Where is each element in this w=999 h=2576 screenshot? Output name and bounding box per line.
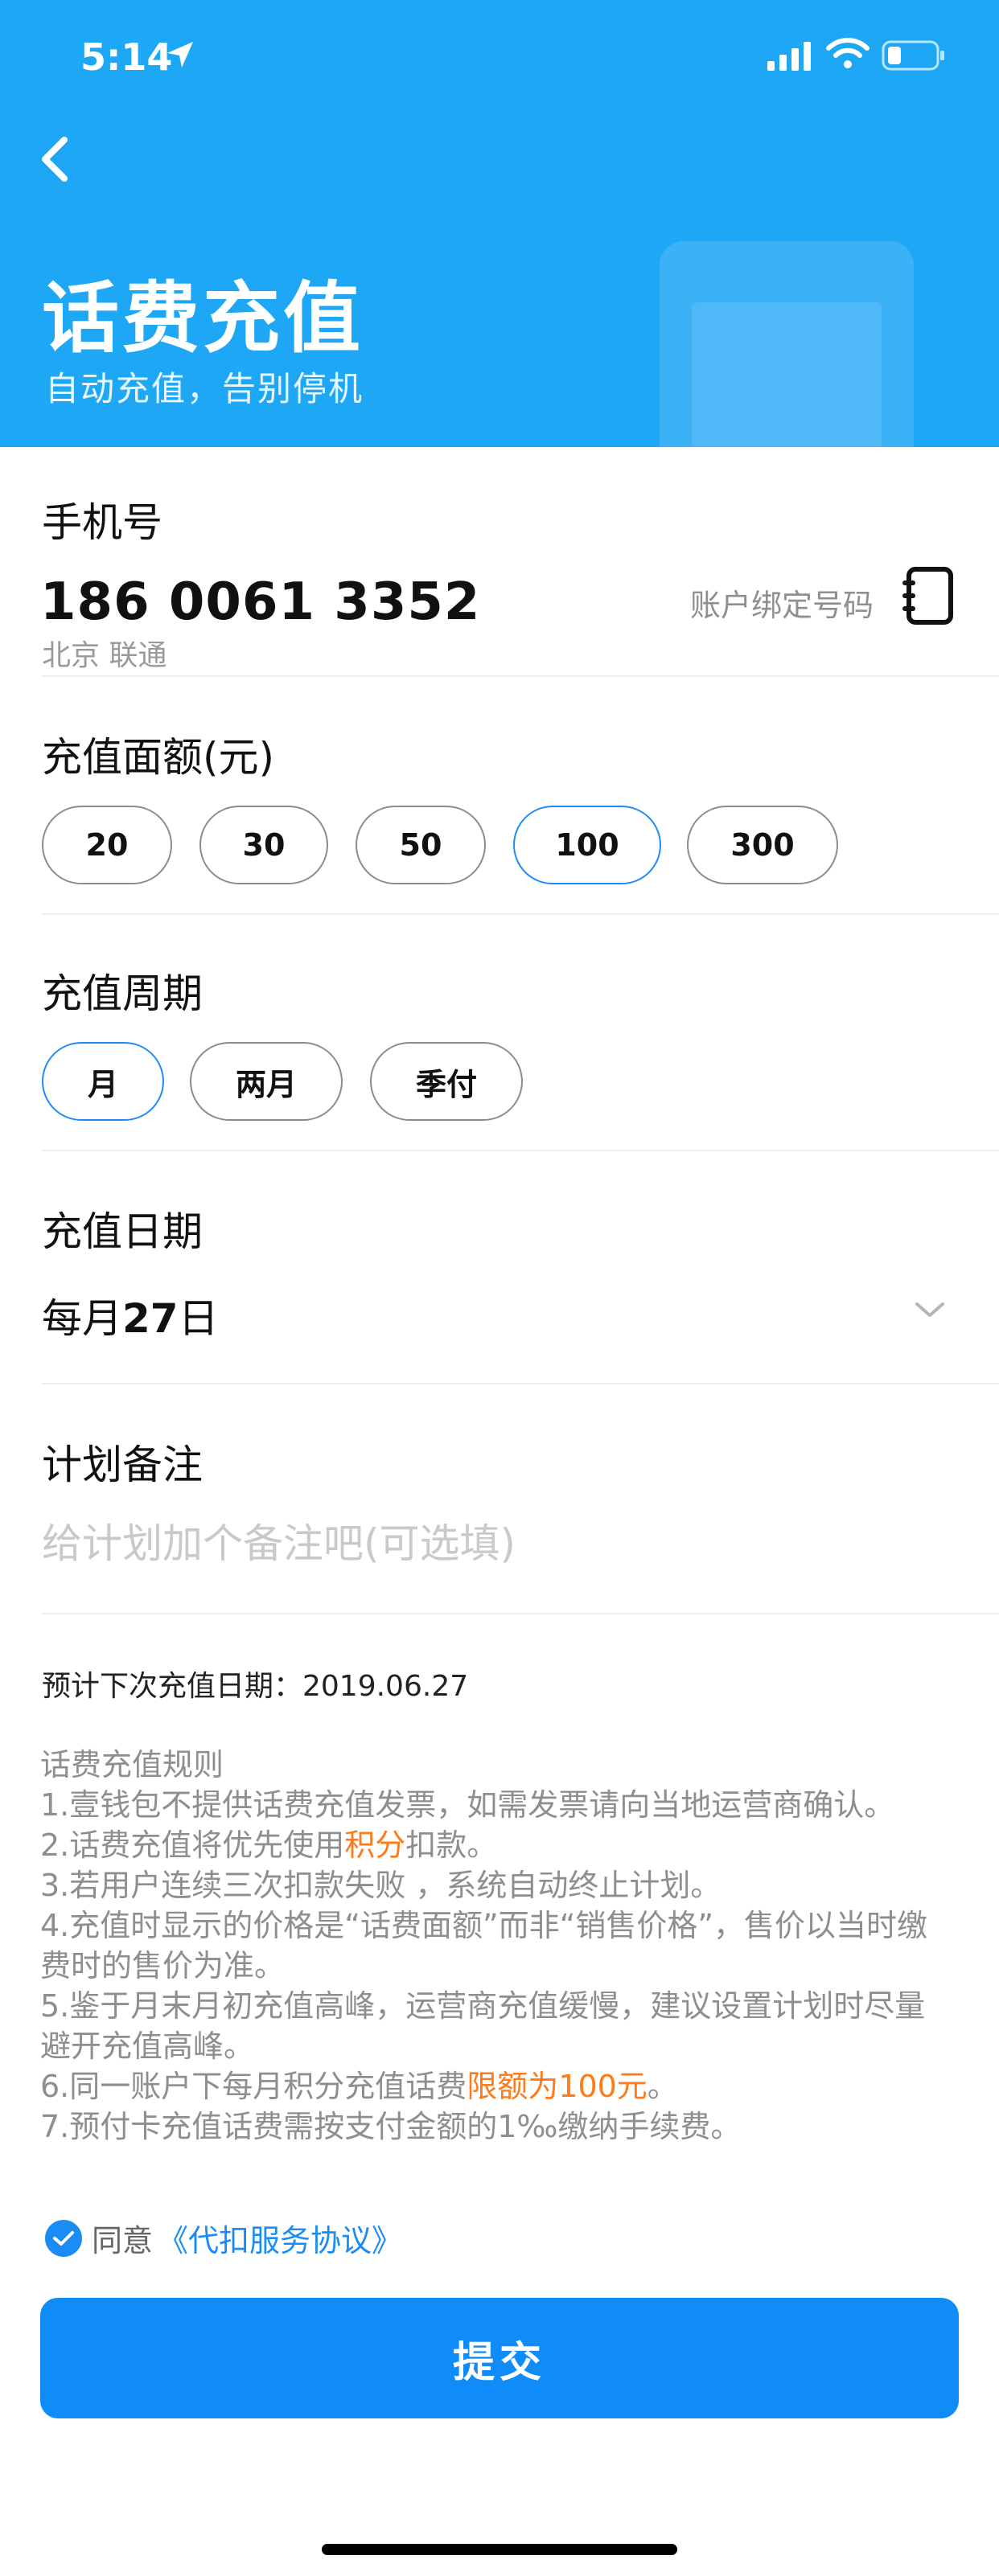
divider	[42, 1150, 999, 1151]
back-icon[interactable]	[32, 129, 77, 190]
amount-option-20[interactable]: 20	[42, 806, 172, 884]
contact-book-icon[interactable]	[901, 566, 956, 626]
rule-item: 避开充值高峰。	[40, 2028, 255, 2064]
divider	[42, 1613, 999, 1614]
phone-label: 手机号	[42, 499, 162, 546]
amount-option-100[interactable]: 100	[513, 806, 661, 884]
amount-option-300[interactable]: 300	[687, 806, 838, 884]
home-indicator[interactable]	[322, 2544, 677, 2555]
checkmark-icon	[53, 2230, 74, 2246]
rule-highlight: 限额为100元	[467, 2069, 648, 2104]
agreement-row: 同意 《代扣服务协议》	[45, 2216, 402, 2260]
date-prefix: 每月	[42, 1295, 122, 1342]
date-label: 充值日期	[42, 1208, 203, 1255]
chevron-down-icon[interactable]	[912, 1298, 948, 1320]
divider	[42, 1383, 999, 1384]
rule-text: 2.话费充值将优先使用	[40, 1827, 345, 1863]
rule-item: 费时的售价为准。	[40, 1948, 286, 1983]
date-suffix: 日	[178, 1295, 219, 1342]
rule-text: 。	[647, 2069, 678, 2104]
period-option-month[interactable]: 月	[42, 1042, 164, 1121]
cellular-signal-icon	[767, 42, 811, 71]
rules-title: 话费充值规则	[40, 1747, 224, 1782]
rule-text: 6.同一账户下每月积分充值话费	[40, 2069, 467, 2104]
header: 5:14 话费充值 自动充值，告别停机	[0, 0, 999, 447]
submit-button[interactable]: 提交	[40, 2298, 959, 2418]
agree-checkbox[interactable]	[45, 2219, 82, 2257]
rule-item: 6.同一账户下每月积分充值话费限额为100元。	[40, 2066, 965, 2106]
bound-number-label[interactable]: 账户绑定号码	[690, 580, 874, 625]
period-option-quarterly[interactable]: 季付	[370, 1042, 523, 1121]
rule-highlight: 积分	[344, 1827, 406, 1863]
divider	[42, 913, 999, 915]
header-decoration-inner	[692, 302, 882, 447]
rule-text: 扣款。	[405, 1827, 498, 1863]
agreement-link[interactable]: 《代扣服务协议》	[158, 2216, 402, 2260]
wifi-icon	[826, 38, 870, 68]
period-option-two-months[interactable]: 两月	[190, 1042, 343, 1121]
rule-item: 3.若用户连续三次扣款失败 ，系统自动终止计划。	[40, 1868, 722, 1903]
rule-item: 5.鉴于月末月初充值高峰，运营商充值缓慢，建议设置计划时尽量	[40, 1988, 926, 2024]
amount-label: 充值面额(元)	[42, 734, 275, 781]
date-day: 27	[122, 1295, 179, 1342]
page-subtitle: 自动充值，告别停机	[45, 369, 364, 408]
date-select[interactable]: 每月27日	[42, 1286, 219, 1344]
rule-item: 2.话费充值将优先使用积分扣款。	[40, 1825, 965, 1865]
phone-number[interactable]: 186 0061 3352	[40, 572, 480, 632]
rules-block: 话费充值规则 1.壹钱包不提供话费充值发票，如需发票请向当地运营商确认。 2.话…	[40, 1745, 965, 2147]
amount-option-30[interactable]: 30	[199, 806, 328, 884]
amount-option-50[interactable]: 50	[356, 806, 486, 884]
rule-item: 7.预付卡充值话费需按支付金额的1‰缴纳手续费。	[40, 2109, 742, 2144]
agree-text: 同意	[92, 2223, 154, 2258]
period-label: 充值周期	[42, 970, 203, 1017]
note-input[interactable]: 给计划加个备注吧(可选填)	[42, 1512, 516, 1569]
next-charge-date: 预计下次充值日期：2019.06.27	[42, 1670, 469, 1703]
note-label: 计划备注	[42, 1442, 203, 1488]
location-arrow-icon	[167, 42, 193, 68]
divider	[42, 675, 999, 677]
header-decoration	[660, 241, 914, 447]
page-title: 话费充值	[42, 273, 364, 363]
battery-icon	[882, 40, 944, 71]
status-time: 5:14	[80, 35, 173, 79]
phone-region: 北京 联通	[42, 639, 167, 672]
rule-item: 4.充值时显示的价格是“话费面额”而非“销售价格”，售价以当时缴	[40, 1908, 928, 1943]
rule-item: 1.壹钱包不提供话费充值发票，如需发票请向当地运营商确认。	[40, 1787, 895, 1823]
